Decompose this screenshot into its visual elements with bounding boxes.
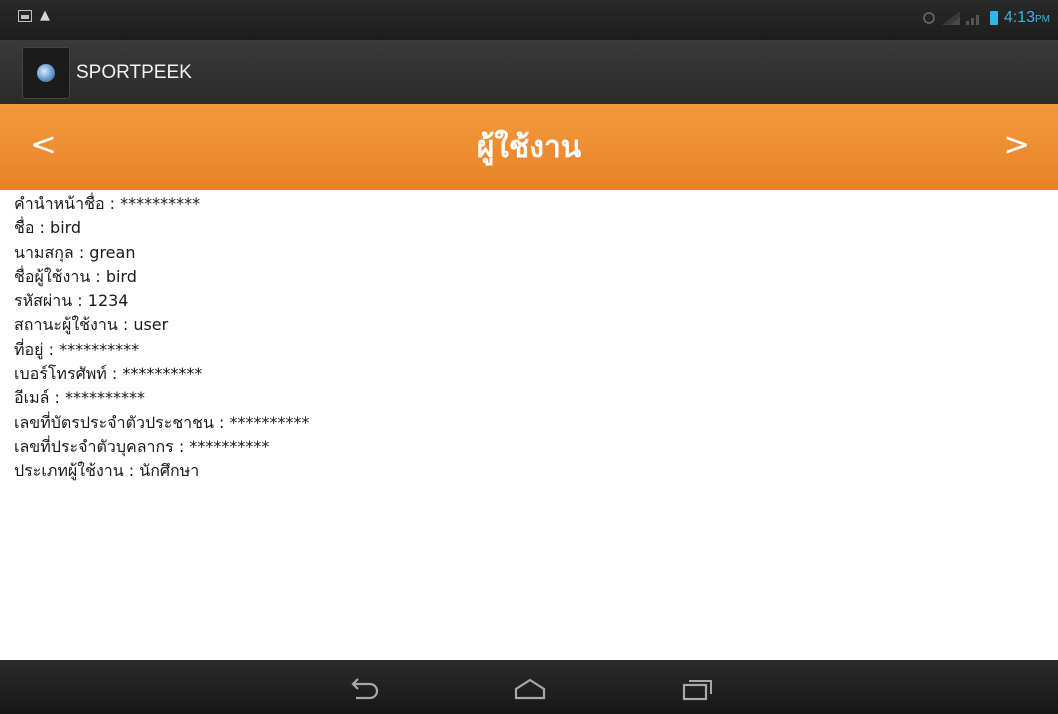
globe-icon <box>37 64 55 82</box>
app-title: SPORTPEEK <box>76 62 192 83</box>
info-address: ที่อยู่ : ********** <box>14 339 140 359</box>
home-icon[interactable] <box>512 674 548 702</box>
info-last-name: นามสกุล : grean <box>14 242 136 262</box>
picture-icon <box>18 10 32 22</box>
info-staff-id: เลขที่ประจำตัวบุคลากร : ********** <box>14 436 270 456</box>
signal-strength-icon <box>965 15 979 25</box>
info-email: อีเมล์ : ********** <box>14 388 145 408</box>
info-title-prefix: คำนำหน้าชื่อ : ********** <box>14 194 201 213</box>
info-password: รหัสผ่าน : 1234 <box>14 291 129 311</box>
info-user-type: ประเภทผู้ใช้งาน : นักศึกษา <box>14 461 200 481</box>
info-username: ชื่อผู้ใช้งาน : bird <box>14 266 137 286</box>
info-phone: เบอร์โทรศัพท์ : ********** <box>14 364 203 384</box>
info-first-name: ชื่อ : bird <box>14 218 82 238</box>
system-status: 4:13PM <box>922 9 1050 27</box>
notification-icons: ▲ <box>18 8 50 23</box>
page-header: < ผู้ใช้งาน > <box>0 104 1058 190</box>
navigation-bar <box>0 660 1058 714</box>
app-screen: ▲ 4:13PM SPORTPEEK < ผู้ใช้งาน > คำนำหน้… <box>0 0 1058 714</box>
next-button[interactable]: > <box>1003 124 1030 164</box>
page-title: ผู้ใช้งาน <box>476 130 582 165</box>
signal-icon <box>941 11 960 25</box>
status-bar: ▲ 4:13PM <box>0 0 1058 40</box>
alarm-icon <box>923 12 935 24</box>
recent-apps-icon[interactable] <box>680 674 716 702</box>
app-logo-icon[interactable] <box>22 47 70 99</box>
user-info-list: คำนำหน้าชื่อ : ********** ชื่อ : bird นา… <box>14 192 1034 484</box>
back-icon[interactable] <box>346 674 382 702</box>
battery-icon <box>989 11 998 25</box>
clock-ampm: PM <box>1035 14 1050 25</box>
info-id-card: เลขที่บัตรประจำตัวประชาชน : ********** <box>14 412 310 432</box>
clock-time: 4:13 <box>1003 9 1035 26</box>
action-bar: SPORTPEEK <box>0 40 1058 104</box>
status-clock: 4:13PM <box>1004 9 1050 27</box>
info-user-status: สถานะผู้ใช้งาน : user <box>14 315 169 335</box>
warning-icon: ▲ <box>40 8 50 23</box>
